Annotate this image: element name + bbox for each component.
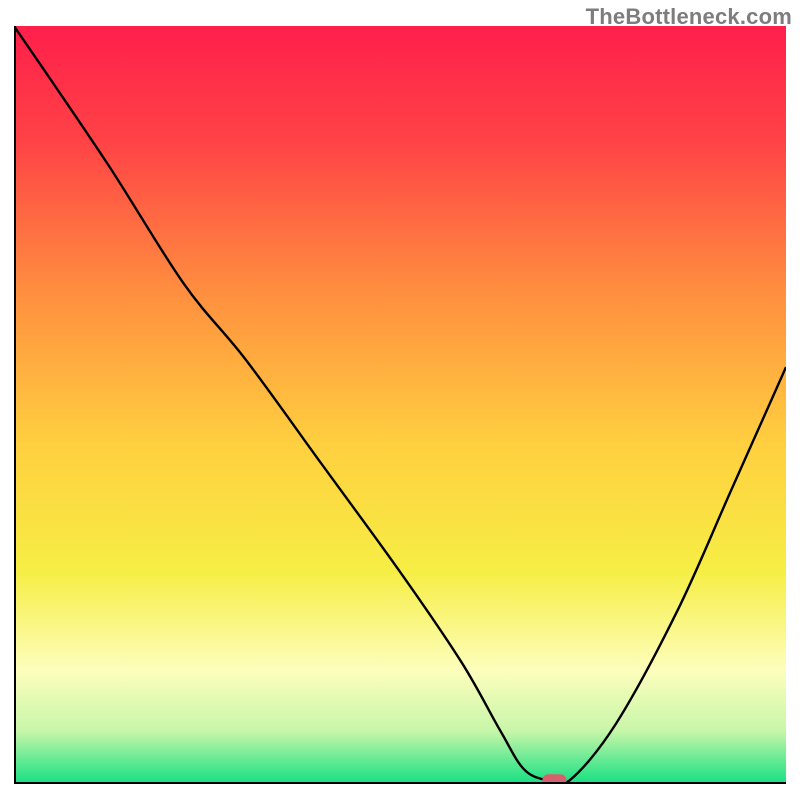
watermark-label: TheBottleneck.com [586,4,792,30]
chart-background [14,26,786,784]
chart-container: TheBottleneck.com [0,0,800,800]
chart-svg [14,26,786,784]
